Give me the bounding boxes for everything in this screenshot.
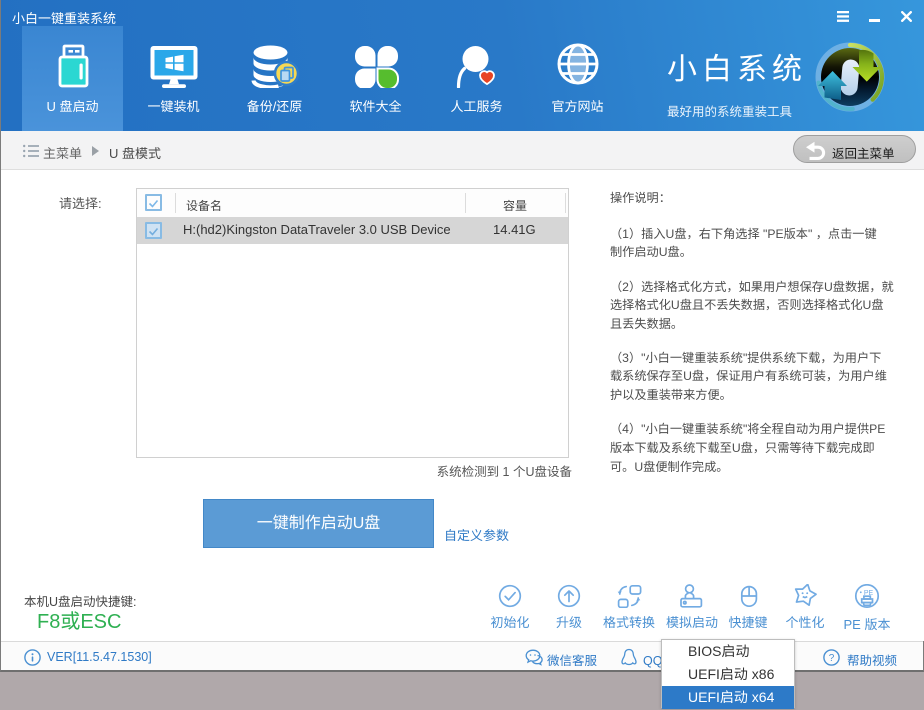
svg-text:?: ? [829,653,835,664]
svg-text:PE: PE [864,590,874,597]
